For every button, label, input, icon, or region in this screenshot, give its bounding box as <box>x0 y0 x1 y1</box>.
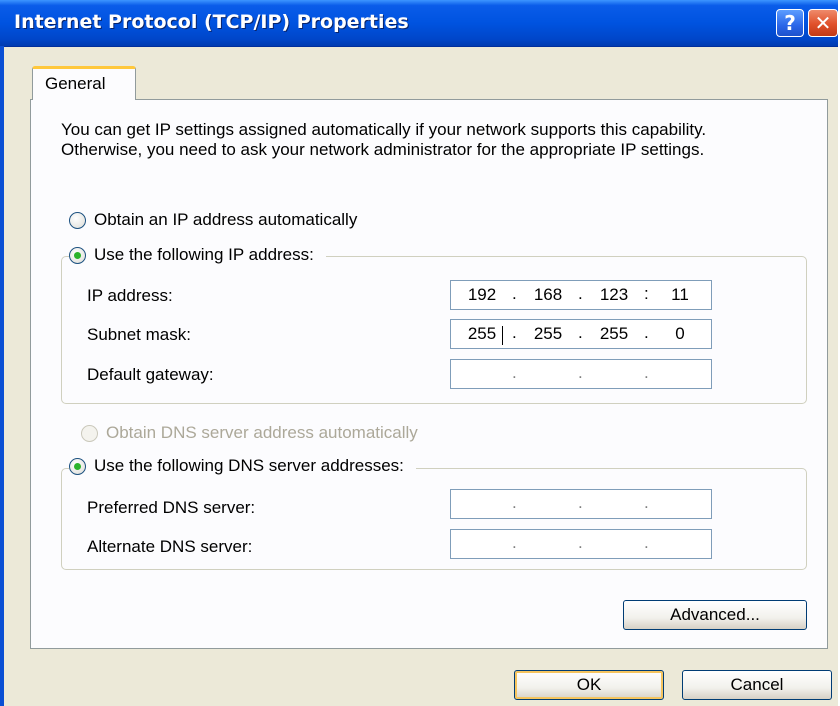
close-icon: ✕ <box>814 11 832 35</box>
obtain-ip-auto-option[interactable]: Obtain an IP address automatically <box>69 210 357 230</box>
alternate-dns-field[interactable]: . . . <box>450 529 712 559</box>
ip-octet-1: 192 <box>467 285 497 304</box>
preferred-dns-field[interactable]: . . . <box>450 489 712 519</box>
close-button[interactable]: ✕ <box>808 9 838 37</box>
octet-separator: . <box>578 493 583 512</box>
obtain-dns-auto-label: Obtain DNS server address automatically <box>106 423 418 442</box>
use-ip-option[interactable]: Use the following IP address: <box>69 245 326 265</box>
octet-separator: . <box>644 363 649 382</box>
ip-address-field[interactable]: 192 . 168 . 123 : 11 <box>450 280 712 310</box>
subnet-octet-1: 255 <box>467 324 497 343</box>
octet-separator: . <box>578 363 583 382</box>
obtain-ip-auto-radio[interactable] <box>69 211 86 229</box>
use-dns-label: Use the following DNS server addresses: <box>94 456 404 475</box>
window-title: Internet Protocol (TCP/IP) Properties <box>14 11 409 33</box>
intro-text: You can get IP settings assigned automat… <box>61 120 707 159</box>
ok-button[interactable]: OK <box>514 670 664 700</box>
ip-octet-2: 168 <box>533 285 563 304</box>
alternate-dns-label: Alternate DNS server: <box>87 537 253 556</box>
ip-octet-3: 123 <box>599 285 629 304</box>
cancel-button[interactable]: Cancel <box>682 670 832 700</box>
ip-octet-4: 11 <box>671 285 689 304</box>
preferred-dns-label: Preferred DNS server: <box>87 498 256 517</box>
octet-separator: . <box>578 284 583 303</box>
use-ip-radio[interactable] <box>69 246 86 264</box>
dialog-window: Internet Protocol (TCP/IP) Properties ? … <box>0 0 838 706</box>
help-button[interactable]: ? <box>776 9 804 37</box>
obtain-ip-auto-label: Obtain an IP address automatically <box>94 210 358 229</box>
advanced-button[interactable]: Advanced... <box>623 600 807 630</box>
octet-separator: . <box>644 493 649 512</box>
use-dns-radio[interactable] <box>69 457 86 475</box>
subnet-octet-4: 0 <box>675 324 685 343</box>
subnet-mask-label: Subnet mask: <box>87 325 191 344</box>
question-mark-icon: ? <box>784 11 796 35</box>
octet-separator: : <box>644 284 649 303</box>
octet-separator: . <box>578 533 583 552</box>
default-gateway-label: Default gateway: <box>87 365 214 384</box>
octet-separator: . <box>512 323 517 342</box>
obtain-dns-auto-option[interactable]: Obtain DNS server address automatically <box>81 423 418 443</box>
subnet-mask-field[interactable]: 255 . 255 . 255 . 0 <box>450 319 712 349</box>
window-frame-left <box>0 46 4 706</box>
subnet-octet-2: 255 <box>533 324 563 343</box>
subnet-octet-3: 255 <box>599 324 629 343</box>
tab-general-label: General <box>45 74 106 93</box>
octet-separator: . <box>512 493 517 512</box>
default-gateway-field[interactable]: . . . <box>450 359 712 389</box>
general-panel: You can get IP settings assigned automat… <box>30 99 828 649</box>
ip-address-label: IP address: <box>87 286 173 305</box>
octet-separator: . <box>644 323 649 342</box>
octet-separator: . <box>512 533 517 552</box>
octet-separator: . <box>644 533 649 552</box>
obtain-dns-auto-radio[interactable] <box>81 424 98 442</box>
octet-separator: . <box>512 284 517 303</box>
use-dns-option[interactable]: Use the following DNS server addresses: <box>69 456 416 476</box>
octet-separator: . <box>512 363 517 382</box>
title-bar[interactable]: Internet Protocol (TCP/IP) Properties ? … <box>0 0 838 47</box>
text-cursor <box>502 326 503 345</box>
octet-separator: . <box>578 323 583 342</box>
use-ip-label: Use the following IP address: <box>94 245 314 264</box>
tab-general[interactable]: General <box>32 66 136 100</box>
